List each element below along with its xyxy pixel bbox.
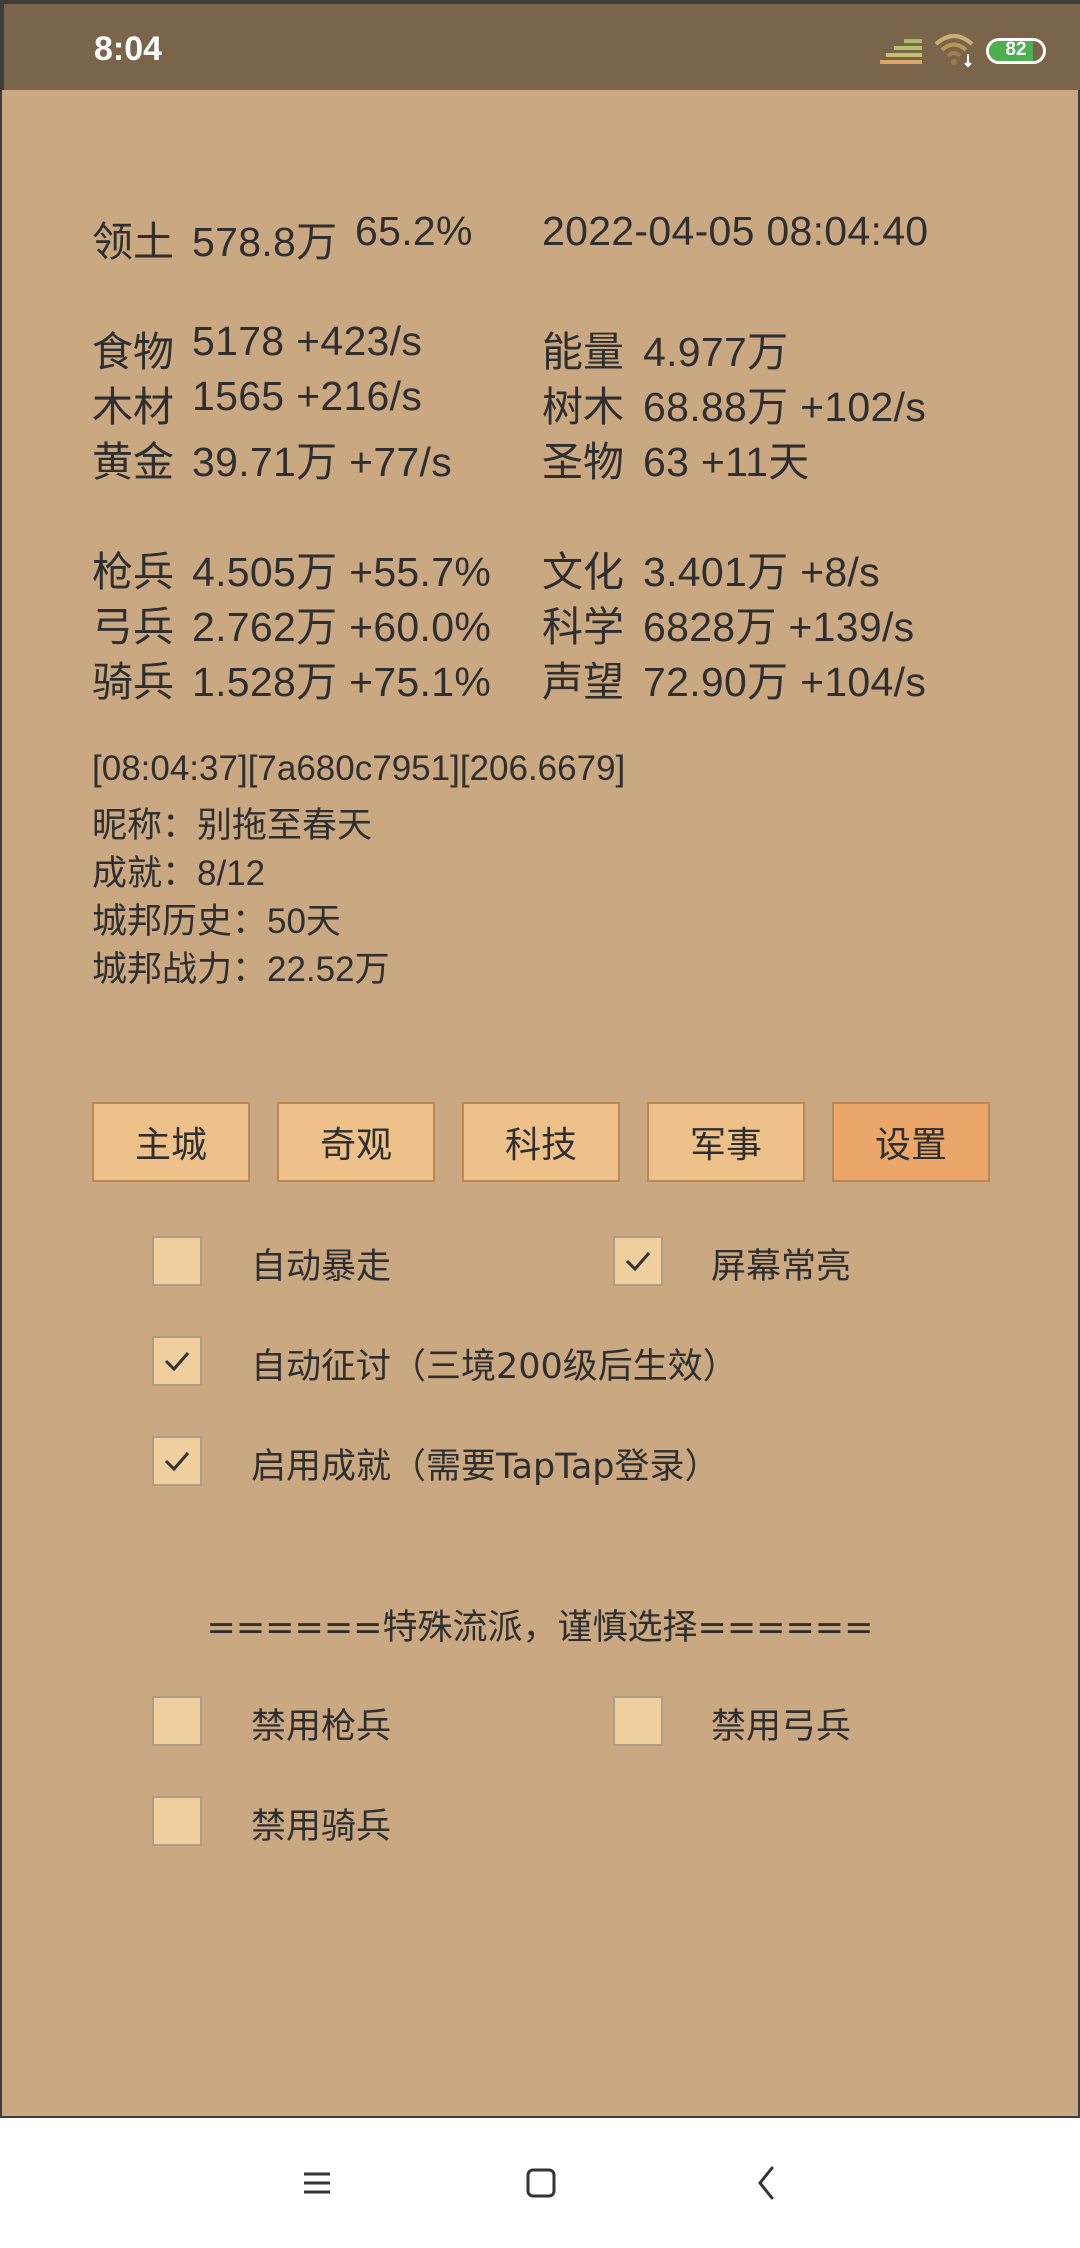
city-power: 城邦战力：22.52万 [92,950,390,989]
auto-expedition-label: 自动征讨（三境200级后生效） [251,1347,738,1387]
trees-value: 68.88万 +102/s [643,384,927,430]
session-info: [08:04:37][7a680c7951][206.6679] [92,749,626,788]
gold-label: 黄金 [92,438,174,486]
spear-label: 枪兵 [92,548,174,596]
wifi-icon [934,34,974,68]
app-screen: 8:04 82 领土 578.8万 65.2% 2022-04-05 08:04… [0,0,1080,2118]
archer-value: 2.762万 +60.0% [192,604,492,650]
status-time: 8:04 [94,30,163,68]
auto-rampage-label: 自动暴走 [251,1247,392,1287]
disable-cavalry-checkbox[interactable] [152,1796,202,1846]
prestige-label: 声望 [542,658,624,706]
disable-cavalry-label: 禁用骑兵 [251,1807,392,1847]
city-history: 城邦历史：50天 [92,902,341,941]
achievements: 成就：8/12 [92,854,266,893]
screen-on-checkbox[interactable] [613,1236,663,1286]
check-icon [625,1252,651,1272]
energy-label: 能量 [542,328,624,376]
territory-value: 578.8万 [192,219,338,265]
check-icon [164,1452,190,1472]
wood-value: 1565 +216/s [192,373,423,419]
tab-settings[interactable]: 设置 [832,1102,990,1182]
disable-archer-checkbox[interactable] [613,1696,663,1746]
gold-value: 39.71万 +77/s [192,439,453,485]
spear-value: 4.505万 +55.7% [192,549,492,595]
battery-percent: 82 [1005,39,1027,60]
disable-spear-checkbox[interactable] [152,1696,202,1746]
disable-spear-label: 禁用枪兵 [251,1707,392,1747]
wood-label: 木材 [92,383,174,431]
cavalry-label: 骑兵 [92,658,174,706]
screen-on-label: 屏幕常亮 [711,1247,852,1287]
science-label: 科学 [542,603,624,651]
check-icon [164,1352,190,1372]
tab-wonders[interactable]: 奇观 [277,1102,435,1182]
trees-label: 树木 [542,383,624,431]
food-label: 食物 [92,328,174,376]
special-section-header: ======特殊流派，谨慎选择====== [206,1608,874,1648]
culture-label: 文化 [542,548,624,596]
battery-icon: 82 [986,38,1046,64]
prestige-value: 72.90万 +104/s [643,659,927,705]
datetime: 2022-04-05 08:04:40 [542,208,929,254]
tab-main-city[interactable]: 主城 [92,1102,250,1182]
status-bar: 8:04 82 [2,2,1080,90]
signal-icon [880,39,922,64]
cavalry-value: 1.528万 +75.1% [192,659,492,705]
relics-label: 圣物 [542,438,624,486]
enable-achievements-checkbox[interactable] [152,1436,202,1486]
auto-rampage-checkbox[interactable] [152,1236,202,1286]
territory-label: 领土 [92,218,174,266]
tab-military[interactable]: 军事 [647,1102,805,1182]
culture-value: 3.401万 +8/s [643,549,880,595]
navigation-bar [0,2118,1080,2248]
tab-technology[interactable]: 科技 [462,1102,620,1182]
nickname: 昵称：别拖至春天 [92,806,373,845]
menu-icon[interactable] [292,2158,342,2208]
territory-percent: 65.2% [355,208,473,254]
science-value: 6828万 +139/s [643,604,915,650]
food-value: 5178 +423/s [192,318,423,364]
auto-expedition-checkbox[interactable] [152,1336,202,1386]
enable-achievements-label: 启用成就（需要TapTap登录） [251,1447,720,1487]
relics-value: 63 +11天 [643,439,810,485]
back-icon[interactable] [742,2158,792,2208]
disable-archer-label: 禁用弓兵 [711,1707,852,1747]
home-icon[interactable] [516,2158,566,2208]
archer-label: 弓兵 [92,603,174,651]
energy-value: 4.977万 [643,329,789,375]
